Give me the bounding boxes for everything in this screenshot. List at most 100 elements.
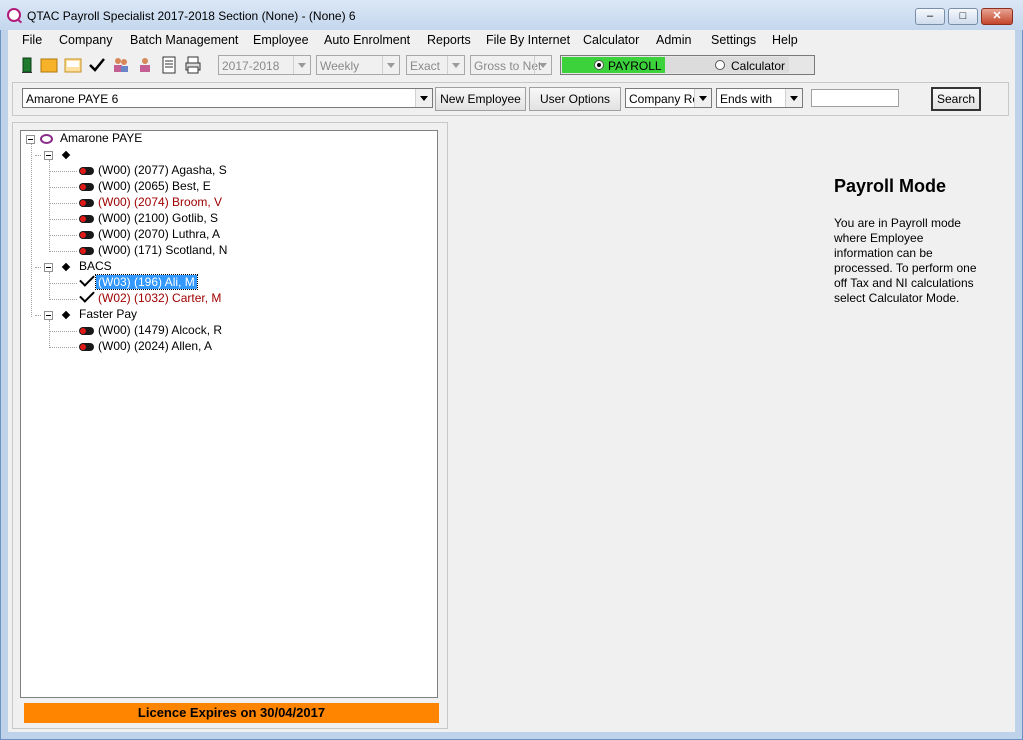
pay-frequency-value: Weekly bbox=[320, 59, 360, 73]
search-input[interactable] bbox=[811, 89, 899, 107]
toolbar: 2017-2018 Weekly Exact Gross to Net PAYR… bbox=[8, 52, 1015, 78]
minimize-button[interactable]: – bbox=[915, 8, 945, 25]
menu-auto-enrolment[interactable]: Auto Enrolment bbox=[324, 33, 410, 47]
search-field-value: Company Ref bbox=[629, 92, 703, 106]
group-label-bacs[interactable]: BACS bbox=[79, 259, 112, 275]
exit-door-icon[interactable] bbox=[18, 56, 36, 74]
employee-item[interactable]: (W00) (2100) Gotlib, S bbox=[98, 211, 218, 225]
tree-connector bbox=[49, 331, 77, 332]
menu-company[interactable]: Company bbox=[59, 33, 113, 47]
collapse-icon[interactable] bbox=[44, 263, 53, 272]
maximize-icon: □ bbox=[959, 10, 967, 22]
collapse-icon[interactable] bbox=[44, 311, 53, 320]
employee-tree[interactable]: Amarone PAYE (W00) (2077) Agasha, S (W00… bbox=[20, 130, 438, 698]
tree-connector bbox=[35, 267, 41, 268]
mode-description: You are in Payroll mode where Employee i… bbox=[834, 216, 977, 305]
app-logo-icon bbox=[7, 8, 21, 22]
menu-calculator[interactable]: Calculator bbox=[583, 33, 639, 47]
menu-admin[interactable]: Admin bbox=[656, 33, 691, 47]
group-diamond-icon bbox=[61, 262, 71, 272]
pending-status-icon bbox=[79, 343, 94, 351]
company-select[interactable]: Amarone PAYE 6 bbox=[22, 88, 433, 108]
employee-item[interactable]: (W00) (2070) Luthra, A bbox=[98, 227, 220, 241]
employee-icon[interactable] bbox=[136, 56, 154, 74]
payroll-radio[interactable] bbox=[594, 60, 604, 70]
search-match-select[interactable]: Ends with bbox=[716, 88, 803, 108]
menu-help[interactable]: Help bbox=[772, 33, 798, 47]
licence-expiry-banner: Licence Expires on 30/04/2017 bbox=[24, 703, 439, 723]
close-icon: ✕ bbox=[992, 10, 1002, 22]
new-employee-button[interactable]: New Employee bbox=[435, 87, 526, 111]
calc-direction-value: Gross to Net bbox=[474, 59, 542, 73]
tree-connector bbox=[49, 187, 77, 188]
tree-connector bbox=[49, 219, 77, 220]
menu-reports[interactable]: Reports bbox=[427, 33, 471, 47]
tree-connector bbox=[49, 283, 77, 284]
payroll-mode-label: PAYROLL bbox=[608, 59, 662, 73]
calc-type-select[interactable]: Exact bbox=[406, 55, 465, 75]
collapse-icon[interactable] bbox=[26, 135, 35, 144]
group-diamond-icon bbox=[61, 150, 71, 160]
pending-status-icon bbox=[79, 183, 94, 191]
group-diamond-icon bbox=[61, 310, 71, 320]
calc-direction-select[interactable]: Gross to Net bbox=[470, 55, 552, 75]
tree-connector bbox=[49, 347, 77, 348]
collapse-icon[interactable] bbox=[44, 151, 53, 160]
calculator-mode-option[interactable]: Calculator bbox=[665, 57, 789, 73]
tree-connector bbox=[49, 320, 50, 348]
tax-year-select[interactable]: 2017-2018 bbox=[218, 55, 311, 75]
calc-type-value: Exact bbox=[410, 59, 441, 73]
employee-item[interactable]: (W00) (2024) Allen, A bbox=[98, 339, 212, 353]
tree-connector bbox=[49, 299, 77, 300]
pending-status-icon bbox=[79, 247, 94, 255]
chevron-down-icon bbox=[293, 56, 310, 74]
report-icon[interactable] bbox=[160, 56, 178, 74]
employee-item[interactable]: (W00) (1479) Alcock, R bbox=[98, 323, 222, 337]
pending-status-icon bbox=[79, 327, 94, 335]
mode-selector: PAYROLL Calculator bbox=[560, 55, 815, 75]
employee-item[interactable]: (W00) (2065) Best, E bbox=[98, 179, 211, 193]
title-bar[interactable]: QTAC Payroll Specialist 2017-2018 Sectio… bbox=[0, 0, 1023, 30]
menu-batch-management[interactable]: Batch Management bbox=[130, 33, 238, 47]
tree-root-label[interactable]: Amarone PAYE bbox=[60, 131, 142, 147]
chevron-down-icon bbox=[534, 56, 551, 74]
group-label-faster-pay[interactable]: Faster Pay bbox=[79, 307, 137, 323]
employee-item[interactable]: (W00) (2074) Broom, V bbox=[98, 195, 222, 209]
chevron-down-icon bbox=[447, 56, 464, 74]
client-area: File Company Batch Management Employee A… bbox=[8, 30, 1015, 732]
folder-icon[interactable] bbox=[40, 56, 58, 74]
print-icon[interactable] bbox=[184, 56, 202, 74]
menu-file[interactable]: File bbox=[22, 33, 42, 47]
menu-employee[interactable]: Employee bbox=[253, 33, 309, 47]
tree-connector bbox=[35, 155, 41, 156]
employees-icon[interactable] bbox=[112, 56, 130, 74]
calculator-mode-label: Calculator bbox=[731, 59, 786, 73]
tree-connector bbox=[49, 272, 50, 300]
payroll-mode-option[interactable]: PAYROLL bbox=[562, 57, 665, 73]
tree-connector bbox=[35, 315, 41, 316]
pay-frequency-select[interactable]: Weekly bbox=[316, 55, 400, 75]
user-options-button[interactable]: User Options bbox=[529, 87, 621, 111]
employee-item-selected[interactable]: (W03) (196) Ali, M bbox=[95, 274, 198, 290]
check-icon[interactable] bbox=[88, 56, 106, 74]
open-folder-icon[interactable] bbox=[64, 56, 82, 74]
company-value: Amarone PAYE 6 bbox=[26, 92, 119, 106]
chevron-down-icon bbox=[694, 89, 711, 107]
search-button[interactable]: Search bbox=[931, 87, 981, 111]
search-field-select[interactable]: Company Ref bbox=[625, 88, 712, 108]
search-match-value: Ends with bbox=[720, 92, 773, 106]
menu-file-by-internet[interactable]: File By Internet bbox=[486, 33, 570, 47]
pending-status-icon bbox=[79, 167, 94, 175]
tree-connector bbox=[49, 160, 50, 252]
employee-item[interactable]: (W02) (1032) Carter, M bbox=[98, 291, 221, 305]
tree-connector bbox=[49, 251, 77, 252]
maximize-button[interactable]: □ bbox=[948, 8, 978, 25]
pending-status-icon bbox=[79, 231, 94, 239]
tree-connector bbox=[49, 171, 77, 172]
calculator-radio[interactable] bbox=[715, 60, 725, 70]
employee-item[interactable]: (W00) (2077) Agasha, S bbox=[98, 163, 227, 177]
close-button[interactable]: ✕ bbox=[981, 8, 1013, 25]
menu-settings[interactable]: Settings bbox=[711, 33, 756, 47]
processed-check-icon bbox=[79, 287, 95, 303]
employee-item[interactable]: (W00) (171) Scotland, N bbox=[98, 243, 227, 257]
